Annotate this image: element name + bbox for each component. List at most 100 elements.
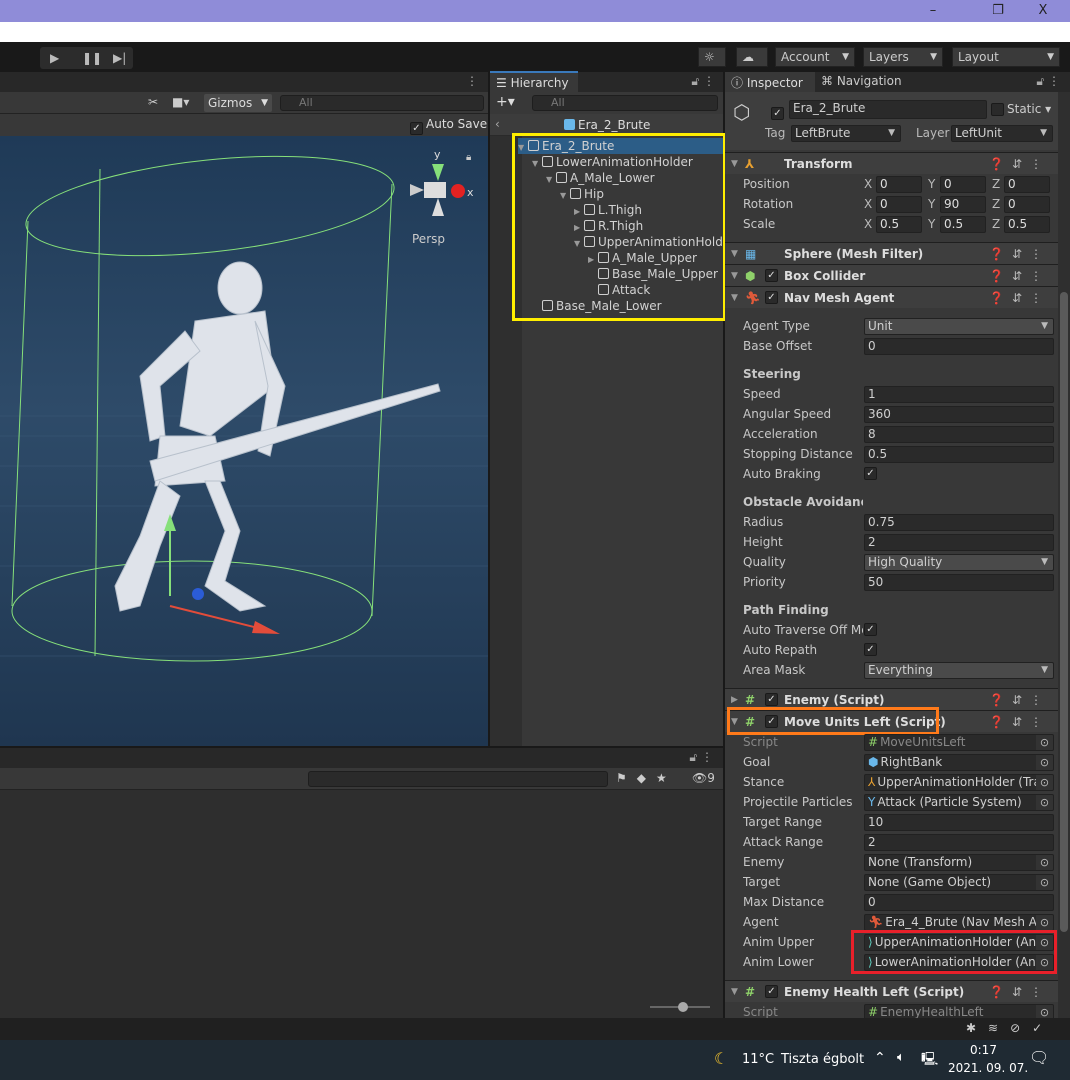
object-field[interactable]: ⅄UpperAnimationHolder (Transform)⊙ <box>864 774 1054 791</box>
object-field[interactable]: ⟩LowerAnimationHolder (Animator)⊙ <box>864 954 1054 971</box>
object-field[interactable]: # EnemyHealthLeft ⊙ <box>864 1004 1054 1018</box>
object-field[interactable]: 🏃︎ Era_4_Brute (Nav Mesh Agent) ⊙ <box>864 914 1054 931</box>
dropdown[interactable]: Everything ▼ <box>864 662 1054 679</box>
step-button[interactable]: ▶| <box>113 47 126 69</box>
number-field[interactable]: 8 <box>864 426 1054 443</box>
component-menu-icons[interactable]: ❓⇵⋮ <box>989 265 1050 287</box>
object-picker-icon[interactable]: ⊙ <box>1036 955 1053 970</box>
number-field[interactable]: 2 <box>864 834 1054 851</box>
component-menu-icons[interactable]: ❓⇵⋮ <box>989 243 1050 265</box>
component-header[interactable]: ▼ ▦ Sphere (Mesh Filter) ❓⇵⋮ <box>725 242 1058 264</box>
account-dropdown[interactable]: Account ▼ <box>775 47 855 67</box>
object-field[interactable]: None (Transform) ⊙ <box>864 854 1054 871</box>
dropdown[interactable]: High Quality ▼ <box>864 554 1054 571</box>
console-search-input[interactable] <box>308 771 608 787</box>
axis-value[interactable]: 0 <box>940 176 986 193</box>
inspector-scrollbar[interactable] <box>1058 92 1070 1018</box>
foldout-arrow-icon[interactable]: ▼ <box>731 287 738 309</box>
object-picker-icon[interactable]: ⊙ <box>1036 1005 1053 1018</box>
services-button[interactable]: ☼ <box>698 47 726 67</box>
weather-label[interactable]: Tiszta égbolt <box>781 1052 864 1067</box>
component-header[interactable]: ▼ 🏃︎ ✓ Nav Mesh Agent ❓⇵⋮ <box>725 286 1058 308</box>
filter-icons[interactable]: ⚑◆★ <box>616 771 677 785</box>
foldout-arrow-icon[interactable]: ▼ <box>731 981 738 1003</box>
axis-value[interactable]: 0.5 <box>940 216 986 233</box>
hidden-count[interactable]: 👁︎9 <box>692 771 715 785</box>
object-field[interactable]: # MoveUnitsLeft ⊙ <box>864 734 1054 751</box>
number-field[interactable]: 2 <box>864 534 1054 551</box>
clock-date[interactable]: 2021. 09. 07. <box>948 1061 1028 1075</box>
zoom-slider[interactable] <box>650 1002 710 1012</box>
component-menu-icons[interactable]: ❓⇵⋮ <box>989 153 1050 175</box>
number-field[interactable]: 50 <box>864 574 1054 591</box>
number-field[interactable]: 0 <box>864 894 1054 911</box>
checkbox[interactable]: ✓ <box>864 467 877 480</box>
object-field[interactable]: Y Attack (Particle System) ⊙ <box>864 794 1054 811</box>
add-button[interactable]: +▾ <box>496 94 515 110</box>
object-field[interactable]: ⬢ RightBank ⊙ <box>864 754 1054 771</box>
vector-y-field[interactable]: Y0 <box>928 176 986 193</box>
component-menu-icons[interactable]: ❓⇵⋮ <box>989 981 1050 1003</box>
object-picker-icon[interactable]: ⊙ <box>1036 775 1053 790</box>
axis-value[interactable]: 0.5 <box>1004 216 1050 233</box>
chevron-up-icon[interactable]: ⌃ <box>874 1050 886 1066</box>
temperature[interactable]: 11°C <box>742 1052 774 1067</box>
object-field[interactable]: None (Game Object) ⊙ <box>864 874 1054 891</box>
axis-value[interactable]: 90 <box>940 196 986 213</box>
component-menu-icons[interactable]: ❓⇵⋮ <box>989 689 1050 711</box>
back-button[interactable]: ‹ <box>495 117 500 131</box>
checkbox[interactable]: ✓ <box>864 643 877 656</box>
persp-label[interactable]: Persp <box>412 232 445 246</box>
lock-icon[interactable]: 🔓︎ ⋮ <box>689 750 713 765</box>
component-header[interactable]: ▼ ⬢ ✓ Box Collider ❓⇵⋮ <box>725 264 1058 286</box>
maximize-button[interactable]: ❐ <box>975 0 1021 22</box>
vector-y-field[interactable]: Y 0.5 <box>928 216 986 233</box>
component-menu-icons[interactable]: ❓⇵⋮ <box>989 287 1050 309</box>
pause-button[interactable]: ❚❚ <box>82 47 102 69</box>
component-enabled-checkbox[interactable]: ✓ <box>765 269 778 282</box>
component-enabled-checkbox[interactable]: ✓ <box>765 985 778 998</box>
vector-x-field[interactable]: X0 <box>864 196 922 213</box>
vector-y-field[interactable]: Y 90 <box>928 196 986 213</box>
lock-icon[interactable]: 🔒︎ <box>466 152 471 163</box>
vector-z-field[interactable]: Z0 <box>992 196 1050 213</box>
vector-z-field[interactable]: Z0 <box>992 176 1050 193</box>
number-field[interactable]: 10 <box>864 814 1054 831</box>
axis-value[interactable]: 0 <box>1004 196 1050 213</box>
component-menu-icons[interactable]: ❓⇵⋮ <box>989 711 1050 733</box>
foldout-arrow-icon[interactable]: ▼ <box>731 153 738 175</box>
object-picker-icon[interactable]: ⊙ <box>1036 875 1053 890</box>
object-picker-icon[interactable]: ⊙ <box>1036 795 1053 810</box>
axis-value[interactable]: 0 <box>876 196 922 213</box>
notifications-icon[interactable]: 🗨︎ <box>1029 1048 1049 1067</box>
scene-search-input[interactable]: All <box>280 95 484 111</box>
vector-x-field[interactable]: X 0.5 <box>864 216 922 233</box>
layers-dropdown[interactable]: Layers ▼ <box>863 47 943 67</box>
number-field[interactable]: 360 <box>864 406 1054 423</box>
dropdown[interactable]: Unit ▼ <box>864 318 1054 335</box>
vector-z-field[interactable]: Z 0.5 <box>992 216 1050 233</box>
scene-viewport[interactable]: y x Persp 🔒︎ <box>0 136 488 746</box>
checkbox[interactable]: ✓ <box>864 623 877 636</box>
number-field[interactable]: 0.75 <box>864 514 1054 531</box>
more-icon[interactable]: ⋮ <box>466 74 478 88</box>
status-icons[interactable]: ✱≋⊘✓ <box>966 1021 1054 1035</box>
tools-icon[interactable]: ✂ <box>148 95 158 109</box>
network-icon[interactable]: 🖳︎ <box>921 1050 938 1072</box>
axis-value[interactable]: 0 <box>1004 176 1050 193</box>
tab-hierarchy[interactable]: ☰ Hierarchy <box>490 71 578 92</box>
component-enabled-checkbox[interactable]: ✓ <box>765 291 778 304</box>
close-button[interactable]: X <box>1020 0 1066 22</box>
cloud-button[interactable]: ☁ <box>736 47 768 67</box>
axis-value[interactable]: 0 <box>876 176 922 193</box>
axis-value[interactable]: 0.5 <box>876 216 922 233</box>
foldout-arrow-icon[interactable]: ▼ <box>731 265 738 287</box>
vector-x-field[interactable]: X0 <box>864 176 922 193</box>
volume-icon[interactable]: 🔈︎ <box>897 1050 905 1065</box>
object-picker-icon[interactable]: ⊙ <box>1036 915 1053 930</box>
component-header[interactable]: ▼ ⅄ Transform ❓⇵⋮ <box>725 152 1058 174</box>
component-enabled-checkbox[interactable]: ✓ <box>765 693 778 706</box>
camera-icon[interactable]: ■▾ <box>172 95 189 109</box>
play-button[interactable]: ▶ <box>50 47 59 69</box>
clock-time[interactable]: 0:17 <box>970 1043 997 1057</box>
